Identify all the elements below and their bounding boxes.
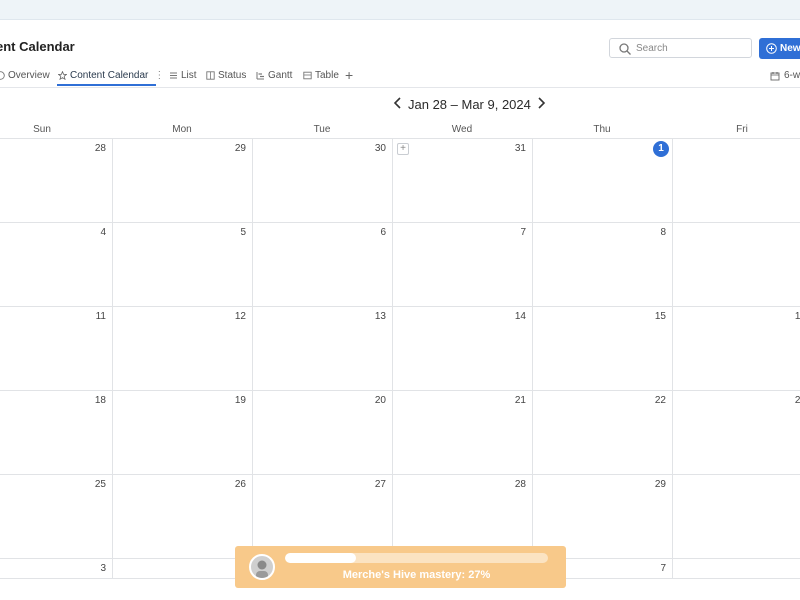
day-number[interactable]: 28 (496, 479, 526, 490)
view-mode-selector[interactable]: 6-w (770, 70, 800, 81)
star-icon (58, 71, 67, 80)
tab-label: Content Calendar (70, 70, 149, 81)
info-icon (0, 71, 5, 80)
active-tab-indicator (57, 84, 156, 86)
search-placeholder: Search (636, 43, 668, 54)
date-navigator: Jan 28 – Mar 9, 2024 (0, 94, 800, 114)
day-number[interactable]: 23 (776, 395, 800, 406)
tab-label: Status (218, 70, 247, 81)
weekday-sun: Sun (33, 124, 51, 135)
day-number[interactable]: 21 (496, 395, 526, 406)
tab-content-calendar[interactable]: Content Calendar ⋮ (58, 70, 164, 81)
day-number[interactable]: 8 (776, 563, 800, 574)
mastery-progress-fill (285, 553, 356, 563)
more-vertical-icon[interactable]: ⋮ (154, 70, 164, 81)
mastery-progress-bar (285, 553, 548, 563)
avatar (249, 554, 275, 580)
board-icon (206, 71, 215, 80)
column-divider (112, 138, 113, 578)
day-number[interactable]: 29 (216, 143, 246, 154)
day-number[interactable]: 25 (76, 479, 106, 490)
column-divider (252, 138, 253, 578)
tab-label: List (181, 70, 197, 81)
add-event-button[interactable]: + (397, 143, 409, 155)
weekday-tue: Tue (313, 124, 331, 135)
row-divider (0, 222, 800, 223)
column-divider (532, 138, 533, 578)
day-number[interactable]: 12 (216, 311, 246, 322)
tab-gantt[interactable]: Gantt (256, 70, 292, 81)
day-number[interactable]: 27 (356, 479, 386, 490)
day-number[interactable]: 31 (496, 143, 526, 154)
new-button[interactable]: New (759, 38, 800, 59)
view-tabs: Overview Content Calendar ⋮ List Status … (0, 64, 800, 88)
day-number[interactable]: 26 (216, 479, 246, 490)
tab-label: Overview (8, 70, 50, 81)
view-mode-label: 6-w (784, 70, 800, 81)
day-number[interactable]: 16 (776, 311, 800, 322)
tab-status[interactable]: Status (206, 70, 246, 81)
day-number[interactable]: 1 (776, 479, 800, 490)
chevron-right-icon[interactable] (535, 96, 547, 110)
day-number[interactable]: 7 (636, 563, 666, 574)
mastery-toast[interactable]: Merche's Hive mastery: 27% (235, 546, 566, 588)
day-number[interactable]: 7 (496, 227, 526, 238)
tab-label: Table (315, 70, 339, 81)
day-number[interactable]: 14 (496, 311, 526, 322)
day-number[interactable]: 19 (216, 395, 246, 406)
column-divider (392, 138, 393, 578)
day-number[interactable]: 28 (76, 143, 106, 154)
chevron-left-icon[interactable] (392, 96, 404, 110)
list-icon (170, 72, 177, 79)
day-number[interactable]: 13 (356, 311, 386, 322)
search-icon (619, 43, 631, 55)
today-day-number[interactable]: 1 (653, 141, 669, 157)
column-divider (672, 138, 673, 578)
weekday-fri: Fri (736, 124, 748, 135)
row-divider (0, 474, 800, 475)
row-divider (0, 390, 800, 391)
day-number[interactable]: 5 (216, 227, 246, 238)
day-number[interactable]: 20 (356, 395, 386, 406)
day-number[interactable]: 30 (356, 143, 386, 154)
day-number[interactable]: 3 (76, 563, 106, 574)
person-icon (256, 560, 268, 578)
day-number[interactable]: 18 (76, 395, 106, 406)
mastery-label: Merche's Hive mastery: 27% (342, 569, 491, 581)
row-divider (0, 306, 800, 307)
day-number[interactable]: 15 (636, 311, 666, 322)
tab-list[interactable]: List (169, 70, 197, 81)
day-number[interactable]: 6 (356, 227, 386, 238)
browser-top-strip (0, 0, 800, 20)
weekday-wed: Wed (451, 124, 473, 135)
weekday-mon: Mon (172, 124, 192, 135)
calendar-grid: + 28293031124567891112131415161819202122… (0, 138, 800, 578)
day-number[interactable]: 29 (636, 479, 666, 490)
day-number[interactable]: 8 (636, 227, 666, 238)
tab-label: Gantt (268, 70, 293, 81)
plus-circle-icon (766, 43, 777, 54)
date-range-label: Jan 28 – Mar 9, 2024 (408, 97, 531, 112)
gantt-icon (256, 72, 264, 80)
tab-overview[interactable]: Overview (0, 70, 50, 81)
day-number[interactable]: 22 (636, 395, 666, 406)
day-number[interactable]: 9 (776, 227, 800, 238)
page-title: ent Calendar (0, 39, 75, 54)
search-input[interactable]: Search (609, 38, 752, 58)
day-number[interactable]: 2 (776, 143, 800, 154)
tab-table[interactable]: Table (303, 70, 339, 81)
table-icon (303, 71, 312, 80)
page-header: ent Calendar Search New (0, 20, 800, 64)
calendar-icon (770, 71, 780, 80)
day-number[interactable]: 11 (76, 311, 106, 322)
weekday-thu: Thu (593, 124, 611, 135)
add-view-button[interactable]: + (345, 67, 353, 83)
day-number[interactable]: 4 (76, 227, 106, 238)
new-button-label: New (780, 43, 800, 54)
